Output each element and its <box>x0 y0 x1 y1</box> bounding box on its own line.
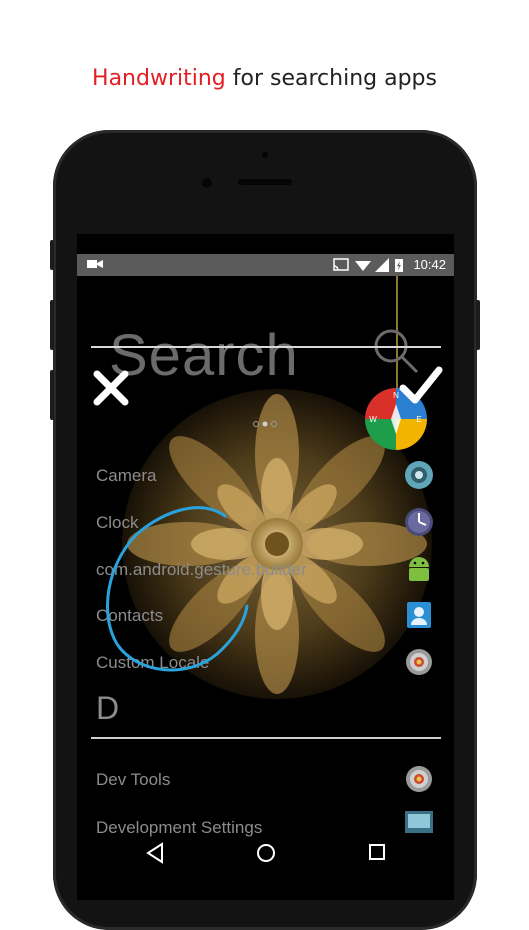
video-camera-icon <box>87 260 103 268</box>
navigation-bar <box>77 830 454 880</box>
phone-screen: 10:42 N E W Search Camera Clock com.andr… <box>77 234 454 900</box>
phone-sensor <box>262 152 268 158</box>
app-label: Contacts <box>96 606 164 625</box>
search-input[interactable]: Search <box>109 322 299 389</box>
headline-accent: Handwriting <box>92 66 226 91</box>
list-item[interactable]: Contacts <box>77 596 454 636</box>
svg-text:W: W <box>369 415 377 424</box>
settings-app-icon <box>406 649 432 675</box>
list-item[interactable]: com.android.gesture.builder <box>77 550 454 590</box>
headline-text: for searching apps <box>225 66 437 91</box>
checkmark-icon[interactable] <box>399 366 443 406</box>
signal-icon <box>375 258 389 272</box>
close-icon[interactable] <box>91 368 131 408</box>
app-label: Clock <box>96 513 139 532</box>
status-time: 10:42 <box>413 257 446 272</box>
cast-icon <box>333 258 349 271</box>
section-divider <box>91 737 441 739</box>
phone-front-camera <box>202 178 212 188</box>
phone-speaker <box>238 179 292 185</box>
back-icon[interactable] <box>145 842 165 864</box>
camera-app-icon <box>405 461 433 489</box>
wifi-icon <box>355 261 371 271</box>
page-indicator <box>253 421 277 427</box>
phone-power-button <box>476 300 480 350</box>
app-label: com.android.gesture.builder <box>96 560 307 579</box>
contacts-app-icon <box>407 602 431 628</box>
list-item[interactable]: Camera <box>77 456 454 496</box>
list-item[interactable]: Dev Tools <box>77 760 454 800</box>
app-label: Custom Locale <box>96 653 210 672</box>
settings-app-icon <box>406 766 432 792</box>
phone-volume-button <box>50 370 54 420</box>
app-label: Camera <box>96 466 157 485</box>
home-icon[interactable] <box>255 842 277 864</box>
recents-icon[interactable] <box>367 842 387 862</box>
phone-volume-button <box>50 300 54 350</box>
headline: Handwriting for searching apps <box>0 66 529 91</box>
phone-volume-button <box>50 240 54 270</box>
list-item[interactable]: Custom Locale <box>77 643 454 683</box>
android-app-icon <box>409 557 429 581</box>
clock-app-icon <box>405 508 433 536</box>
svg-text:E: E <box>416 415 421 424</box>
section-header: D <box>96 690 120 726</box>
status-bar: 10:42 <box>77 254 454 276</box>
list-item[interactable]: Clock <box>77 503 454 543</box>
app-label: Dev Tools <box>96 770 171 789</box>
battery-charging-icon <box>395 259 403 272</box>
search-underline <box>91 346 441 348</box>
